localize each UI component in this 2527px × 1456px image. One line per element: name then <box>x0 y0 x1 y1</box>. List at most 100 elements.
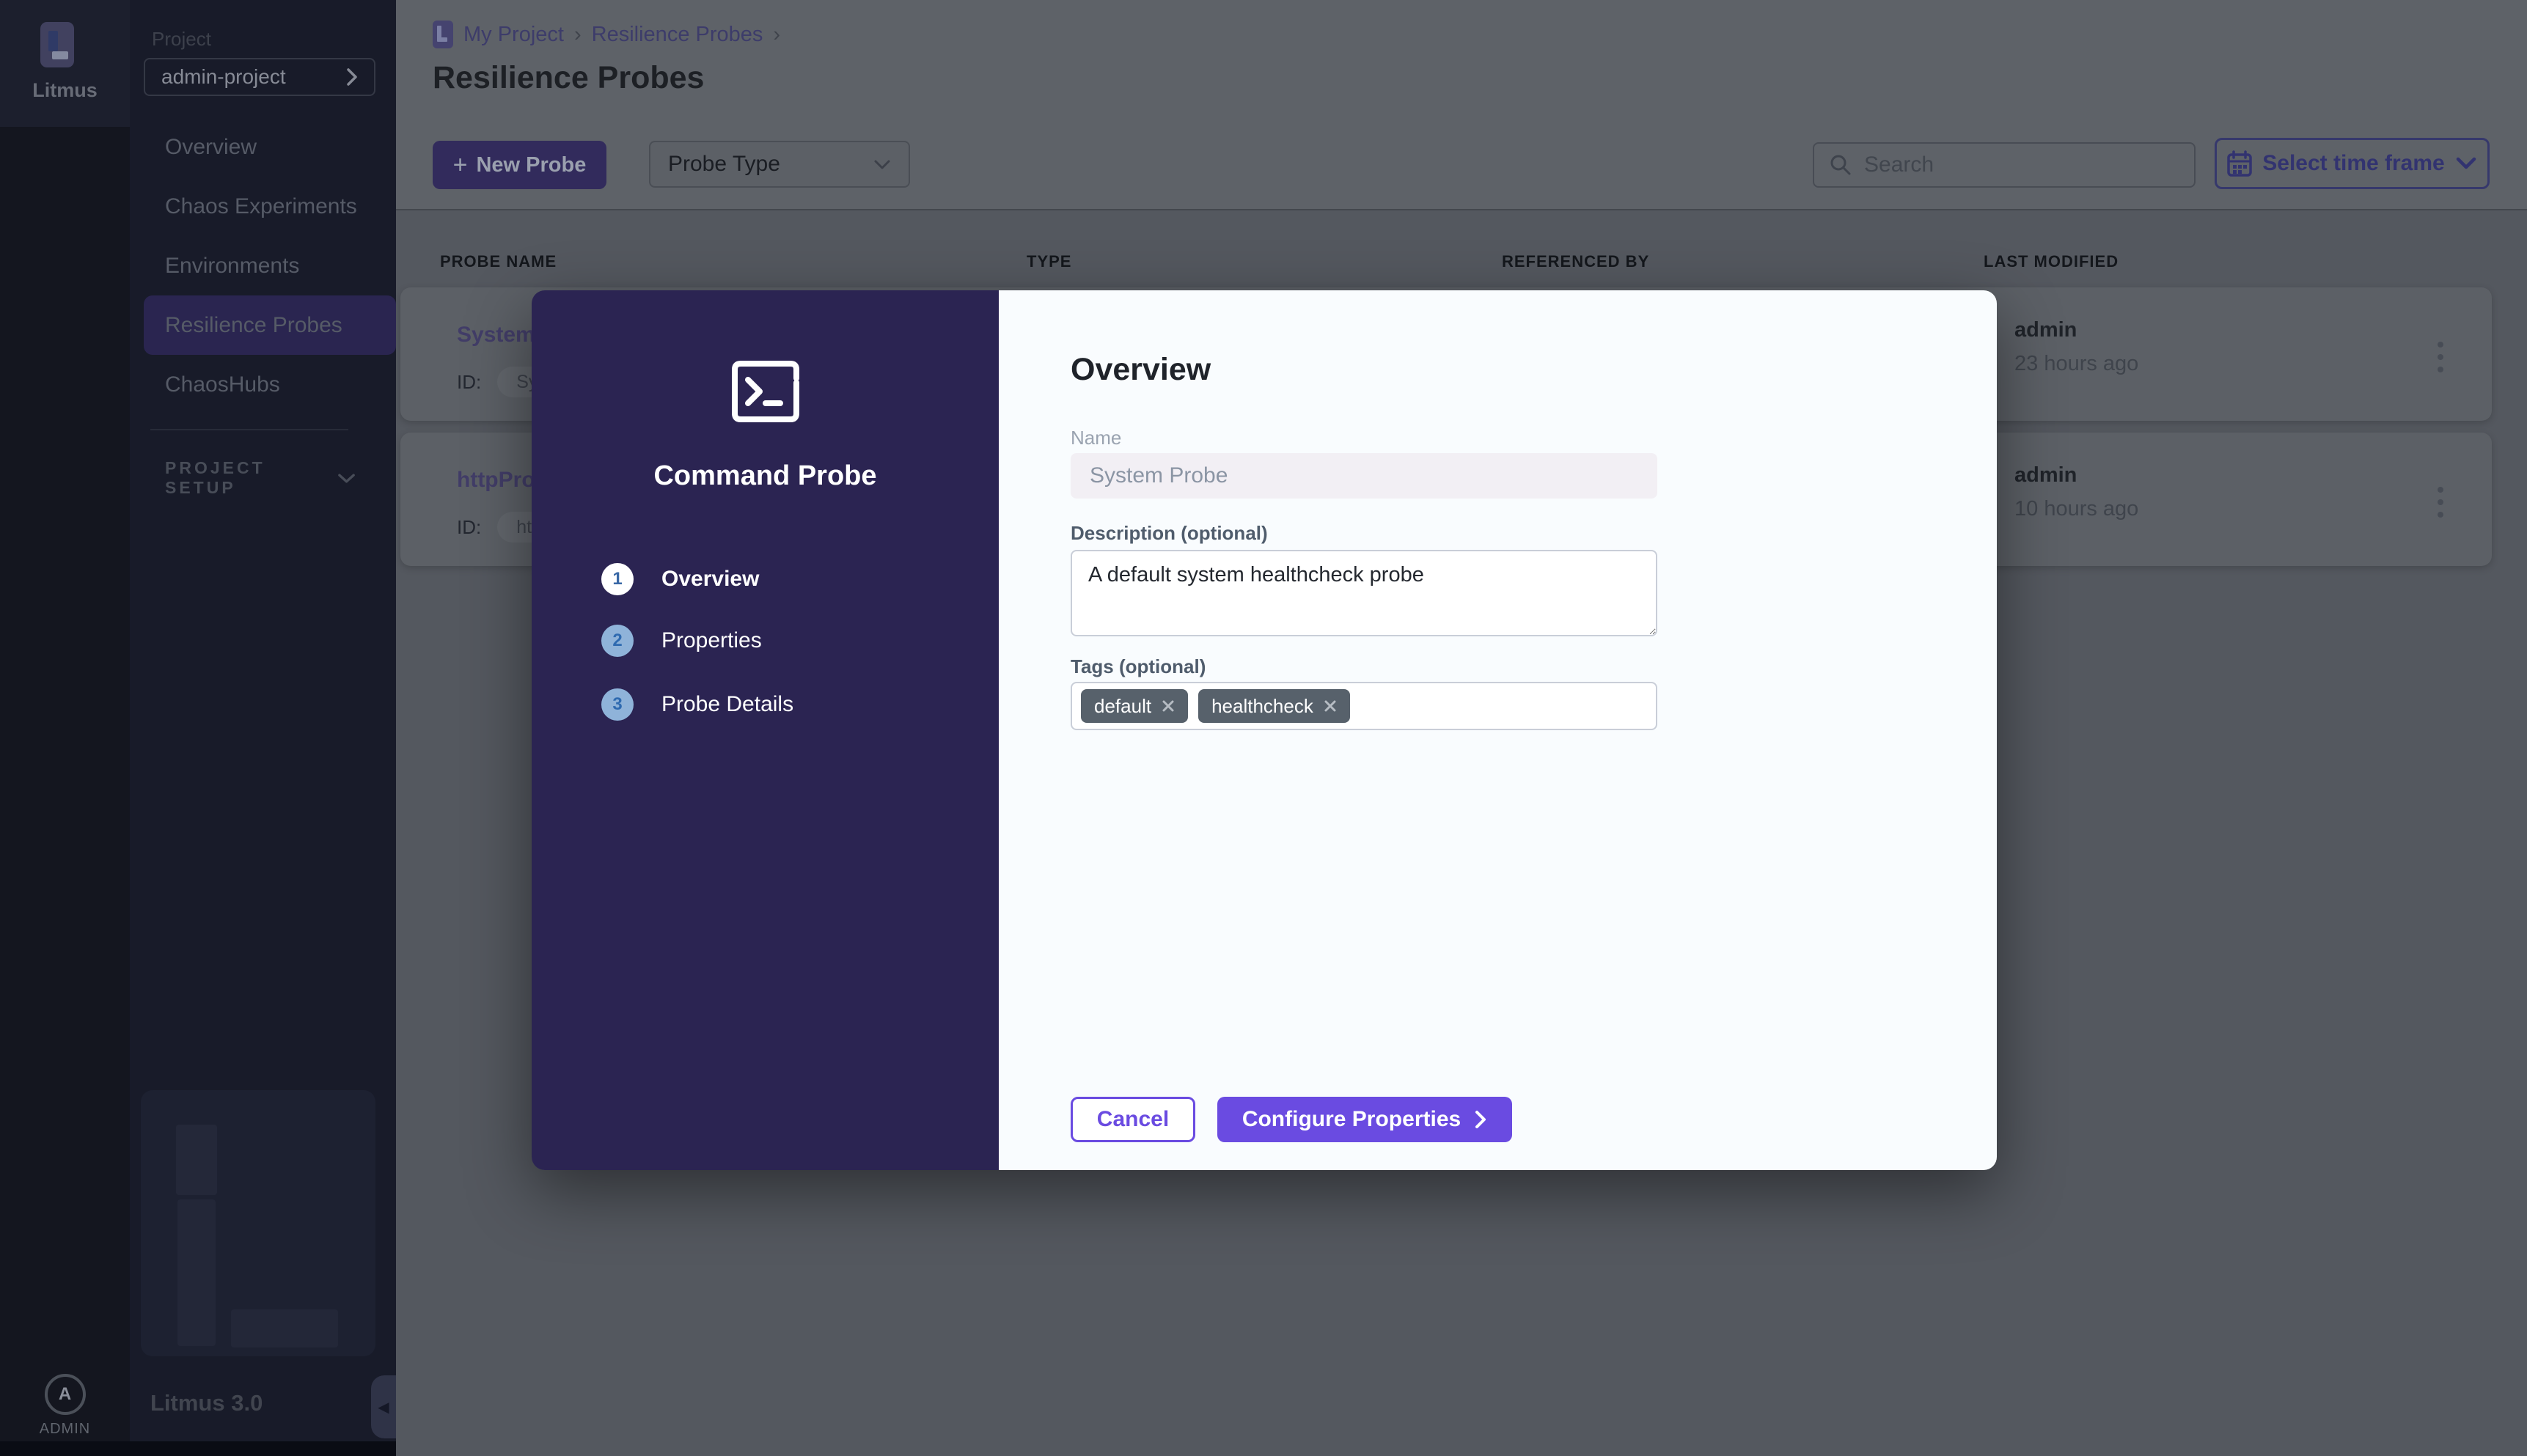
probe-name-link[interactable]: httpPro <box>457 468 535 493</box>
wizard-heading: Overview <box>1071 352 1211 387</box>
sidebar-item-label: Environments <box>165 253 300 278</box>
column-referenced-by: REFERENCED BY <box>1502 252 1650 271</box>
search-icon <box>1830 155 1851 175</box>
collapse-arrow-icon: ◀ <box>378 1399 389 1416</box>
avatar-label: ADMIN <box>39 1421 91 1437</box>
probe-type-filter[interactable]: Probe Type <box>649 141 910 188</box>
column-probe-name: PROBE NAME <box>440 252 557 271</box>
modified-ago: 23 hours ago <box>2014 352 2139 375</box>
probe-type-title: Command Probe <box>653 460 877 491</box>
remove-tag-icon[interactable] <box>1324 699 1337 713</box>
configure-properties-button[interactable]: Configure Properties <box>1217 1097 1512 1142</box>
wizard-step-properties[interactable]: 2 Properties <box>601 625 762 657</box>
modified-by: admin <box>2014 318 2077 342</box>
project-setup-toggle[interactable]: PROJECT SETUP <box>165 458 356 498</box>
configure-properties-label: Configure Properties <box>1242 1107 1461 1131</box>
chevron-right-icon <box>1475 1111 1486 1128</box>
wizard-step-overview[interactable]: 1 Overview <box>601 563 759 595</box>
placeholder-block <box>176 1125 217 1195</box>
modified-by: admin <box>2014 463 2077 487</box>
placeholder-block <box>177 1199 216 1346</box>
sidebar-item-environments[interactable]: Environments <box>130 236 396 295</box>
litmus-logo-icon[interactable] <box>40 22 74 67</box>
sidebar-divider <box>150 429 348 430</box>
page-header: My Project › Resilience Probes › Resilie… <box>396 0 2527 210</box>
page-title: Resilience Probes <box>433 60 705 95</box>
project-name: admin-project <box>161 65 286 88</box>
select-time-frame-button[interactable]: Select time frame <box>2215 138 2490 189</box>
step-label: Properties <box>661 628 762 652</box>
sidebar: Project admin-project Overview Chaos Exp… <box>130 0 396 1456</box>
calendar-icon <box>2227 150 2253 177</box>
breadcrumb-resilience-probes[interactable]: Resilience Probes <box>592 23 763 47</box>
id-label: ID: <box>457 515 482 538</box>
chevron-separator-icon: › <box>773 22 781 46</box>
tag-label: healthcheck <box>1211 694 1313 717</box>
step-label: Overview <box>661 567 760 591</box>
sidebar-item-overview[interactable]: Overview <box>130 117 396 177</box>
probe-name-link[interactable]: System <box>457 323 535 348</box>
probe-name-input[interactable] <box>1071 453 1657 499</box>
modified-ago: 10 hours ago <box>2014 497 2139 521</box>
row-menu-button[interactable] <box>2424 331 2457 383</box>
chevron-right-icon <box>347 68 357 86</box>
step-number: 2 <box>601 625 634 657</box>
breadcrumb: My Project › Resilience Probes › <box>433 21 780 48</box>
chevron-separator-icon: › <box>573 22 582 46</box>
wizard-content-panel: Overview Name Description (optional) A d… <box>999 290 1997 1170</box>
sidebar-item-chaos-experiments[interactable]: Chaos Experiments <box>130 177 396 236</box>
litmus-breadcrumb-icon <box>433 21 453 48</box>
plus-icon: + <box>452 150 468 179</box>
avatar[interactable]: A <box>44 1374 86 1415</box>
probe-type-label: Probe Type <box>668 152 780 176</box>
probe-wizard-modal: Command Probe 1 Overview 2 Properties 3 … <box>532 290 1997 1170</box>
tag-chip: healthcheck <box>1198 689 1350 723</box>
wizard-step-probe-details[interactable]: 3 Probe Details <box>601 688 793 721</box>
new-probe-label: New Probe <box>476 152 587 177</box>
user-menu[interactable]: A ADMIN <box>0 1374 130 1438</box>
project-setup-label: PROJECT SETUP <box>165 458 265 497</box>
description-textarea[interactable]: A default system healthcheck probe <box>1071 550 1657 636</box>
row-menu-button[interactable] <box>2424 477 2457 528</box>
sidebar-nav: Overview Chaos Experiments Environments … <box>130 117 396 414</box>
step-number: 3 <box>601 688 634 721</box>
remove-tag-icon[interactable] <box>1162 699 1175 713</box>
cancel-button[interactable]: Cancel <box>1071 1097 1195 1142</box>
new-probe-button[interactable]: + New Probe <box>433 141 606 189</box>
sidebar-placeholder-card <box>141 1090 375 1356</box>
search-box <box>1813 142 2196 188</box>
version-label: Litmus 3.0 <box>150 1390 263 1416</box>
sidebar-item-label: Resilience Probes <box>165 312 342 337</box>
sidebar-item-label: Chaos Experiments <box>165 194 357 218</box>
tags-label: Tags (optional) <box>1071 655 1206 677</box>
column-type: TYPE <box>1027 252 1072 271</box>
logo-block: Litmus <box>0 0 130 127</box>
litmus-app: Litmus A ADMIN Project admin-project Ove… <box>0 0 2527 1456</box>
breadcrumb-my-project[interactable]: My Project <box>463 23 564 47</box>
avatar-initial: A <box>58 1384 72 1404</box>
wizard-side-panel: Command Probe 1 Overview 2 Properties 3 … <box>532 290 999 1170</box>
sidebar-item-chaoshubs[interactable]: ChaosHubs <box>130 355 396 414</box>
search-input[interactable] <box>1864 152 2179 177</box>
terminal-icon <box>732 361 799 422</box>
project-label: Project <box>152 28 211 50</box>
id-label: ID: <box>457 370 482 393</box>
chevron-down-icon <box>338 474 355 483</box>
collapse-sidebar-button[interactable]: ◀ <box>371 1375 396 1438</box>
project-selector[interactable]: admin-project <box>144 58 375 96</box>
wizard-footer: Cancel Configure Properties <box>1071 1097 1512 1142</box>
step-number: 1 <box>601 563 634 595</box>
column-last-modified: LAST MODIFIED <box>1984 252 2119 271</box>
tags-input[interactable]: default healthcheck <box>1071 682 1657 730</box>
placeholder-block <box>231 1309 338 1347</box>
time-frame-label: Select time frame <box>2262 151 2445 175</box>
tag-label: default <box>1094 694 1152 717</box>
sidebar-item-resilience-probes[interactable]: Resilience Probes <box>144 295 396 355</box>
chevron-down-icon <box>874 160 890 169</box>
chevron-down-icon <box>2456 157 2476 169</box>
step-label: Probe Details <box>661 692 794 716</box>
tag-chip: default <box>1081 689 1189 723</box>
description-label: Description (optional) <box>1071 522 1268 544</box>
left-rail: Litmus A ADMIN <box>0 0 130 1456</box>
sidebar-item-label: Overview <box>165 134 257 159</box>
